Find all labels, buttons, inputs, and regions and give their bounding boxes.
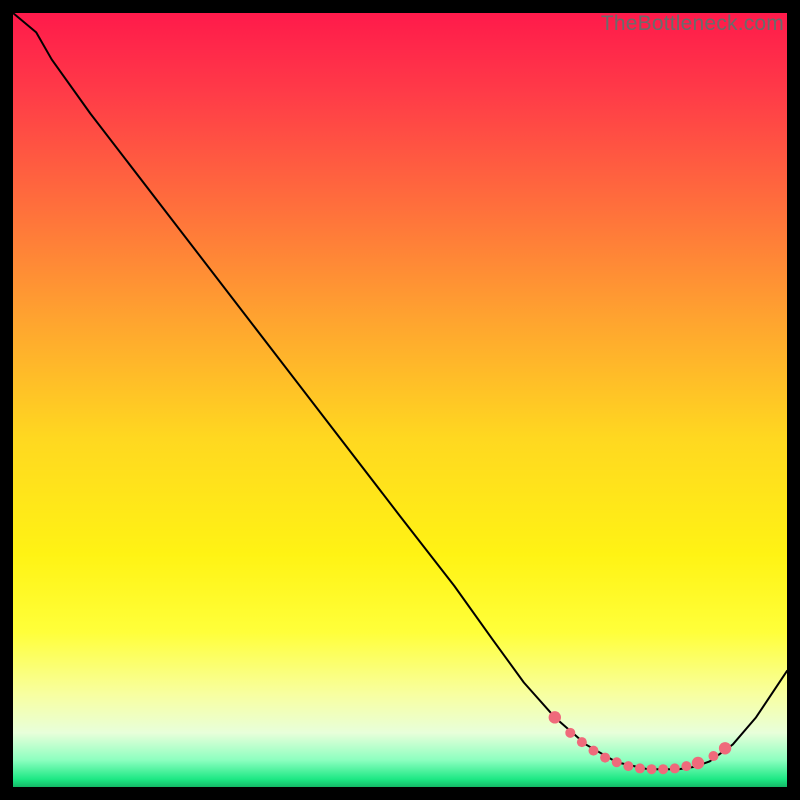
marker-point	[635, 763, 645, 773]
marker-point	[577, 737, 587, 747]
marker-point	[565, 728, 575, 738]
marker-point	[589, 746, 599, 756]
marker-point	[719, 742, 731, 754]
marker-point	[623, 761, 633, 771]
marker-point	[600, 753, 610, 763]
chart-plot	[13, 13, 787, 787]
marker-point	[647, 764, 657, 774]
gradient-background	[13, 13, 787, 787]
marker-point	[670, 763, 680, 773]
marker-point	[612, 757, 622, 767]
watermark-text: TheBottleneck.com	[601, 12, 784, 36]
marker-point	[692, 757, 704, 769]
marker-point	[708, 751, 718, 761]
marker-point	[681, 761, 691, 771]
marker-point	[658, 764, 668, 774]
marker-point	[549, 711, 561, 723]
chart-frame: TheBottleneck.com	[13, 13, 787, 787]
